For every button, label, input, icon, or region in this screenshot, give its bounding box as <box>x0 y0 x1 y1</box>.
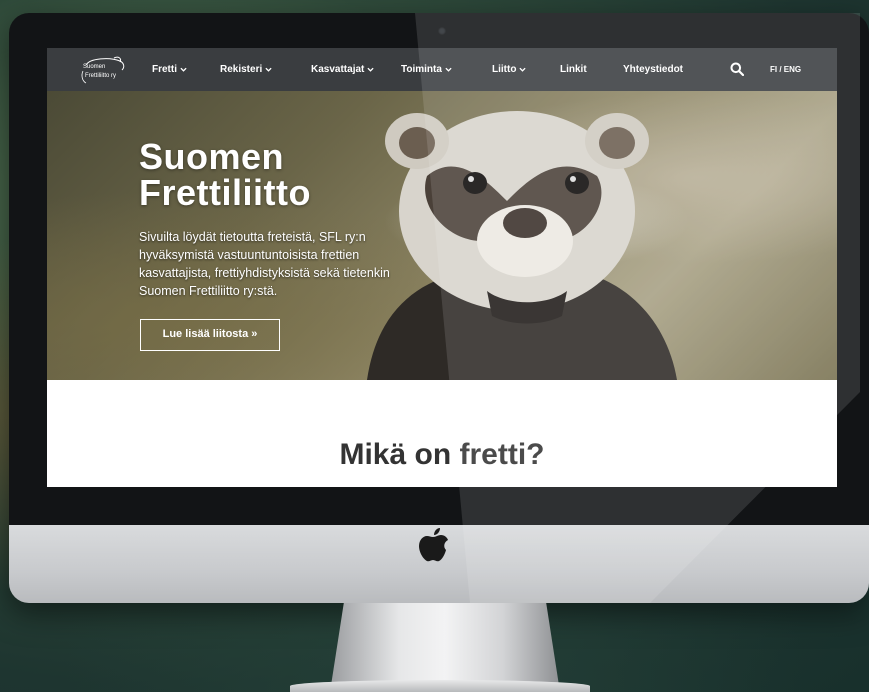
svg-text:Suomen: Suomen <box>83 64 105 70</box>
nav-liitto[interactable]: Liitto <box>492 48 527 91</box>
chevron-down-icon <box>265 67 272 72</box>
search-icon[interactable] <box>730 62 744 76</box>
site-logo[interactable]: Suomen Frettiliitto ry <box>80 55 128 85</box>
section-title: Mikä on fretti? <box>339 438 545 471</box>
nav-kasvattajat[interactable]: Kasvattajat <box>311 48 374 91</box>
nav-linkit[interactable]: Linkit <box>560 48 587 91</box>
hero-banner: Suomen Frettiliitto Sivuilta löydät tiet… <box>47 91 837 380</box>
chevron-down-icon <box>367 67 374 72</box>
nav-yhteystiedot[interactable]: Yhteystiedot <box>623 48 683 91</box>
nav-fretti[interactable]: Fretti <box>152 48 187 91</box>
website-screen: Suomen Frettiliitto ry Fretti Rekisteri … <box>47 48 837 487</box>
language-switcher[interactable]: FI / ENG <box>770 48 801 91</box>
svg-text:Frettiliitto ry: Frettiliitto ry <box>85 73 116 79</box>
nav-toiminta[interactable]: Toiminta <box>401 48 452 91</box>
monitor-stand-base <box>290 680 590 692</box>
camera <box>438 27 446 35</box>
read-more-button[interactable]: Lue lisää liitosta » <box>140 319 280 351</box>
apple-logo-icon <box>419 528 448 562</box>
hero-description: Sivuilta löydät tietoutta freteistä, SFL… <box>139 230 390 298</box>
chevron-down-icon <box>519 67 527 72</box>
chevron-down-icon <box>180 67 187 72</box>
screen-bezel: Suomen Frettiliitto ry Fretti Rekisteri … <box>9 13 869 525</box>
navbar: Suomen Frettiliitto ry Fretti Rekisteri … <box>47 48 837 91</box>
hero-title: Suomen Frettiliitto <box>139 136 311 213</box>
imac-monitor: Suomen Frettiliitto ry Fretti Rekisteri … <box>9 13 869 603</box>
monitor-stand <box>330 603 560 692</box>
chevron-down-icon <box>445 67 452 72</box>
nav-rekisteri[interactable]: Rekisteri <box>220 48 272 91</box>
